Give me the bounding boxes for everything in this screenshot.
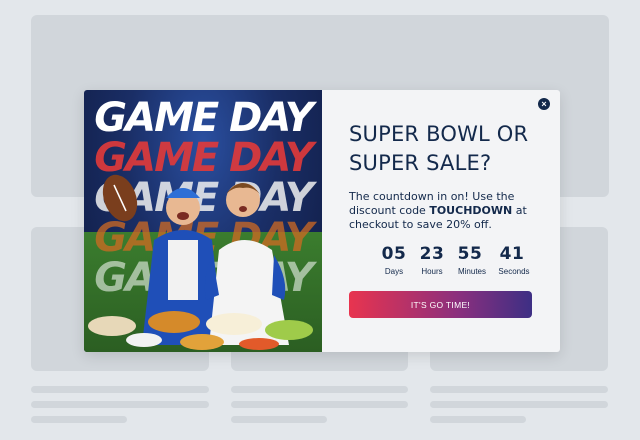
cta-button[interactable]: IT'S GO TIME!: [349, 291, 532, 318]
countdown-value: 41: [499, 244, 525, 264]
title-line: SUPER SALE?: [349, 151, 492, 175]
popup-title: SUPER BOWL OR SUPER SALE?: [349, 120, 534, 178]
skeleton-line: [31, 401, 209, 408]
popup-content: × SUPER BOWL OR SUPER SALE? The countdow…: [322, 90, 560, 352]
countdown-seconds: 41 Seconds: [495, 244, 533, 276]
countdown-value: 05: [381, 244, 407, 264]
countdown-days: 05 Days: [377, 244, 411, 276]
skeleton-line: [31, 386, 209, 393]
discount-code: TOUCHDOWN: [429, 204, 513, 217]
countdown-value: 23: [419, 244, 445, 264]
skeleton-line: [430, 401, 608, 408]
countdown-hours: 23 Hours: [415, 244, 449, 276]
countdown-value: 55: [457, 244, 483, 264]
popup-description: The countdown in on! Use the discount co…: [349, 190, 534, 232]
close-icon[interactable]: ×: [538, 98, 550, 110]
football-icon: [102, 174, 138, 222]
countdown-minutes: 55 Minutes: [453, 244, 491, 276]
skeleton-line: [231, 416, 327, 423]
fans-illustration: [88, 174, 313, 350]
countdown-label: Minutes: [457, 267, 486, 276]
skeleton-line: [31, 416, 127, 423]
countdown-label: Seconds: [498, 267, 530, 276]
countdown-timer: 05 Days 23 Hours 55 Minutes 41 Seconds: [377, 244, 534, 276]
hero-image: GAME DAY GAME DAY GAME DAY GAME DAY GAME…: [84, 90, 322, 352]
title-line: SUPER BOWL OR: [349, 122, 529, 146]
skeleton-line: [430, 416, 526, 423]
countdown-label: Hours: [421, 267, 443, 276]
skeleton-line: [231, 386, 408, 393]
countdown-label: Days: [384, 267, 404, 276]
promo-popup: GAME DAY GAME DAY GAME DAY GAME DAY GAME…: [84, 90, 560, 352]
skeleton-line: [231, 401, 408, 408]
skeleton-line: [430, 386, 608, 393]
